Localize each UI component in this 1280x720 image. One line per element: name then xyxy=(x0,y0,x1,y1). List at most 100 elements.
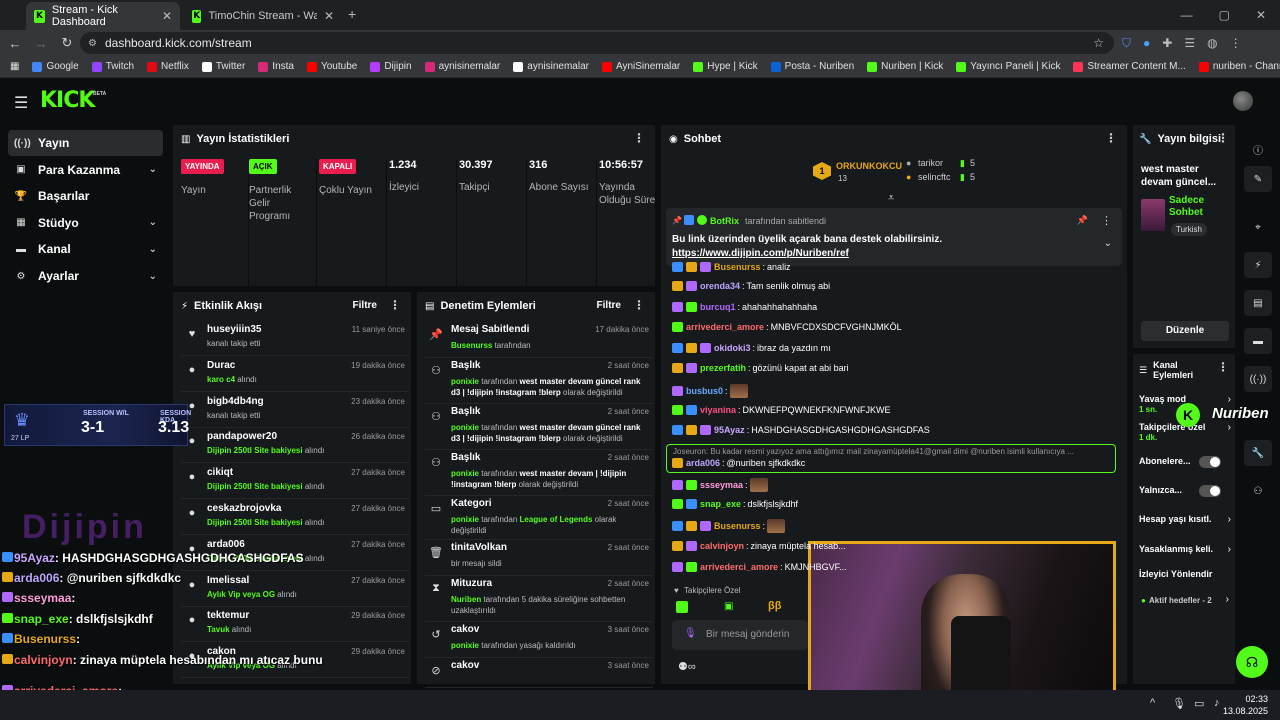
wrench-rail-icon[interactable]: 🔧 xyxy=(1244,440,1272,466)
event-row[interactable]: ● pandapower20 26 dakika önce Dijipin 250tl… xyxy=(181,429,409,464)
chat-message[interactable]: Busenurss: xyxy=(672,519,786,533)
channel-action-2[interactable]: Abonelere... xyxy=(1139,456,1231,480)
event-username[interactable]: huseyiiin35 xyxy=(207,324,261,335)
bookmark-item[interactable]: Twitter xyxy=(201,61,245,72)
chevron-down-icon[interactable]: ⌄ xyxy=(149,244,157,255)
moderation-row[interactable]: ⚇ Başlık 2 saat önce ponixie tarafından wes… xyxy=(425,450,653,496)
emote-set-icon[interactable]: ▣ xyxy=(724,601,733,612)
apps-grid-icon[interactable]: ▦ xyxy=(10,61,19,72)
toggle-switch[interactable] xyxy=(1199,485,1221,497)
event-username[interactable]: arda006 xyxy=(207,539,245,550)
vpn-extension-icon[interactable]: ● xyxy=(1143,36,1150,50)
chat-username[interactable]: busbus0 xyxy=(686,386,723,396)
chat-username[interactable]: 95Ayaz xyxy=(714,425,745,435)
info-menu-icon[interactable]: ⋮ xyxy=(1217,131,1229,145)
chat-username[interactable]: orenda34 xyxy=(700,281,740,291)
forward-icon[interactable]: → xyxy=(28,36,54,51)
extensions-puzzle-icon[interactable]: ✚ xyxy=(1162,36,1172,50)
chat-message[interactable]: snap_exe: dslkfjslsjkdhf xyxy=(672,499,798,509)
chat-username[interactable]: arrivederci_amore xyxy=(700,562,778,572)
tab-timochin-stream[interactable]: K TimoChin Stream - Watch Live ✕ xyxy=(184,2,342,30)
pinned-link[interactable]: https://www.dijipin.com/p/Nuriben/ref xyxy=(672,248,849,259)
bookmark-item[interactable]: Posta - Nuriben xyxy=(770,61,854,72)
chat-username[interactable]: arrivederci_amore xyxy=(686,322,764,332)
channel-action-6[interactable]: İzleyici Yönlendir xyxy=(1139,569,1231,593)
chat-username[interactable]: prezerfatih xyxy=(700,363,746,373)
chat-message[interactable]: burcuq1: ahahahhahahhaha xyxy=(672,302,817,312)
language-tag[interactable]: Turkish xyxy=(1171,223,1207,236)
chat-message[interactable]: viyanina: DKWNEFPQWNEKFKNFWNFJKWE xyxy=(672,405,891,415)
bookmark-item[interactable]: Yayıncı Paneli | Kick xyxy=(956,61,1060,72)
bookmark-item[interactable]: Dijipin xyxy=(370,61,412,72)
close-tab-icon[interactable]: ✕ xyxy=(324,9,334,23)
active-goals-label[interactable]: Aktif hedefler - 2 xyxy=(1149,596,1212,605)
chevron-right-icon[interactable]: › xyxy=(1228,422,1231,433)
network-icon[interactable]: ▭ xyxy=(1194,697,1204,710)
chat-username[interactable]: ssseymaa xyxy=(700,480,743,490)
bookmark-item[interactable]: Youtube xyxy=(306,61,357,72)
bookmark-item[interactable]: Streamer Content M... xyxy=(1073,61,1186,72)
event-username[interactable]: bigb4db4ng xyxy=(207,396,264,407)
category-name[interactable]: Sadece Sohbet xyxy=(1169,195,1235,219)
bookmark-item[interactable]: AyniSinemalar xyxy=(601,61,680,72)
event-row[interactable]: ● ceskazbrojovka 27 dakika önce Dijipin 250… xyxy=(181,501,409,535)
new-tab-button[interactable]: + xyxy=(348,6,356,22)
channel-action-5[interactable]: Yasaklanmış keli. › xyxy=(1139,544,1231,568)
shield-extension-icon[interactable]: ⛉ xyxy=(1122,36,1131,51)
event-row[interactable]: ● Durac 19 dakika önce karo c4 alındı xyxy=(181,358,409,392)
tab-kick-dashboard[interactable]: K Stream - Kick Dashboard ✕ xyxy=(26,2,180,30)
leaderboard-name[interactable]: selincftc xyxy=(918,172,951,182)
chat-message[interactable]: calvinjoyn: zinaya müptela hesab... xyxy=(672,541,846,551)
pinned-expand-icon[interactable]: ⌄ xyxy=(1104,238,1112,249)
event-row[interactable]: ● tektemur 29 dakika önce Tavuk alındı xyxy=(181,608,409,643)
pinned-by-user[interactable]: BotRix xyxy=(710,216,739,226)
broadcast-rail-icon[interactable]: ((·)) xyxy=(1244,366,1272,392)
event-username[interactable]: Imelissal xyxy=(207,575,249,586)
event-row[interactable]: ♥ huseyiiin35 11 saniye önce kanalı takip e… xyxy=(181,322,409,356)
chat-rail-icon[interactable]: ▬ xyxy=(1244,328,1272,354)
event-username[interactable]: ceskazbrojovka xyxy=(207,503,282,514)
chat-settings-icon[interactable]: ⚉∞ xyxy=(678,660,696,673)
bookmark-item[interactable]: Hype | Kick xyxy=(693,61,758,72)
close-window-icon[interactable]: ✕ xyxy=(1256,8,1266,22)
sidebar-item-1[interactable]: ▣ Para Kazanma ⌄ xyxy=(8,157,163,183)
support-chat-icon[interactable]: ☊ xyxy=(1236,646,1268,678)
moderation-row[interactable]: 📌 Mesaj Sabitlendi 17 dakika önce Busenurss… xyxy=(425,322,653,358)
moderation-row[interactable]: ↺ cakov 3 saat önce ponixie tarafından yasa… xyxy=(425,622,653,658)
chat-message[interactable]: okidoki3: ibraz da yazdın mı xyxy=(672,343,831,353)
bookmark-item[interactable]: Nuriben | Kick xyxy=(867,61,943,72)
chevron-right-icon[interactable]: › xyxy=(1228,514,1231,525)
reload-icon[interactable]: ↻ xyxy=(54,35,80,51)
clipboard-icon[interactable]: ▤ xyxy=(1244,290,1272,316)
event-username[interactable]: cikiqt xyxy=(207,467,233,478)
chat-message[interactable]: ssseymaa: xyxy=(672,478,768,492)
moderation-row[interactable]: ▭ Kategori 2 saat önce ponixie tarafından L… xyxy=(425,496,653,540)
mod-menu-icon[interactable]: ⋮ xyxy=(633,298,645,312)
event-username[interactable]: pandapower20 xyxy=(207,431,277,442)
chevron-right-icon[interactable]: › xyxy=(1226,594,1229,605)
kick-emote-icon[interactable] xyxy=(676,601,688,613)
lightning-rail-icon[interactable]: ⚡ xyxy=(1244,252,1272,278)
pinned-menu-icon[interactable]: ⋮ xyxy=(1101,214,1112,227)
moderation-row[interactable]: ⚇ Başlık 2 saat önce ponixie tarafından wes… xyxy=(425,404,653,450)
bookmark-item[interactable]: nuriben - Channel S... xyxy=(1198,61,1280,72)
expand-leaderboard-icon[interactable]: ⩡ xyxy=(888,192,894,205)
screen-capture-icon[interactable]: ⌖ xyxy=(1244,214,1272,240)
sidebar-item-0[interactable]: ((·)) Yayın xyxy=(8,130,163,156)
bookmark-star-icon[interactable]: ☆ xyxy=(1093,36,1104,50)
people-icon[interactable]: ⚇ xyxy=(1244,478,1272,504)
chat-input[interactable]: 🎙 Bir mesaj gönderin xyxy=(672,620,808,650)
chat-username[interactable]: calvinjoyn xyxy=(700,541,744,551)
chevron-right-icon[interactable]: › xyxy=(1228,544,1231,555)
bookmark-item[interactable]: aynisinemalar xyxy=(513,61,589,72)
blerp-icon[interactable]: ββ xyxy=(768,600,781,612)
microphone-icon[interactable]: 🎙 xyxy=(684,628,697,639)
chat-message[interactable]: arrivederci_amore: MNBVFCDXSDCFVGHNJMKÖL xyxy=(672,322,902,332)
mod-filter-button[interactable]: Filtre xyxy=(597,300,621,311)
bookmark-item[interactable]: Insta xyxy=(258,61,294,72)
chat-username[interactable]: viyanina xyxy=(700,405,736,415)
menu-kebab-icon[interactable]: ⋮ xyxy=(1230,36,1242,50)
chat-message[interactable]: Busenurss: analiz xyxy=(672,262,791,272)
volume-icon[interactable]: ♪ xyxy=(1214,697,1220,709)
chat-username[interactable]: Busenurss xyxy=(714,262,761,272)
